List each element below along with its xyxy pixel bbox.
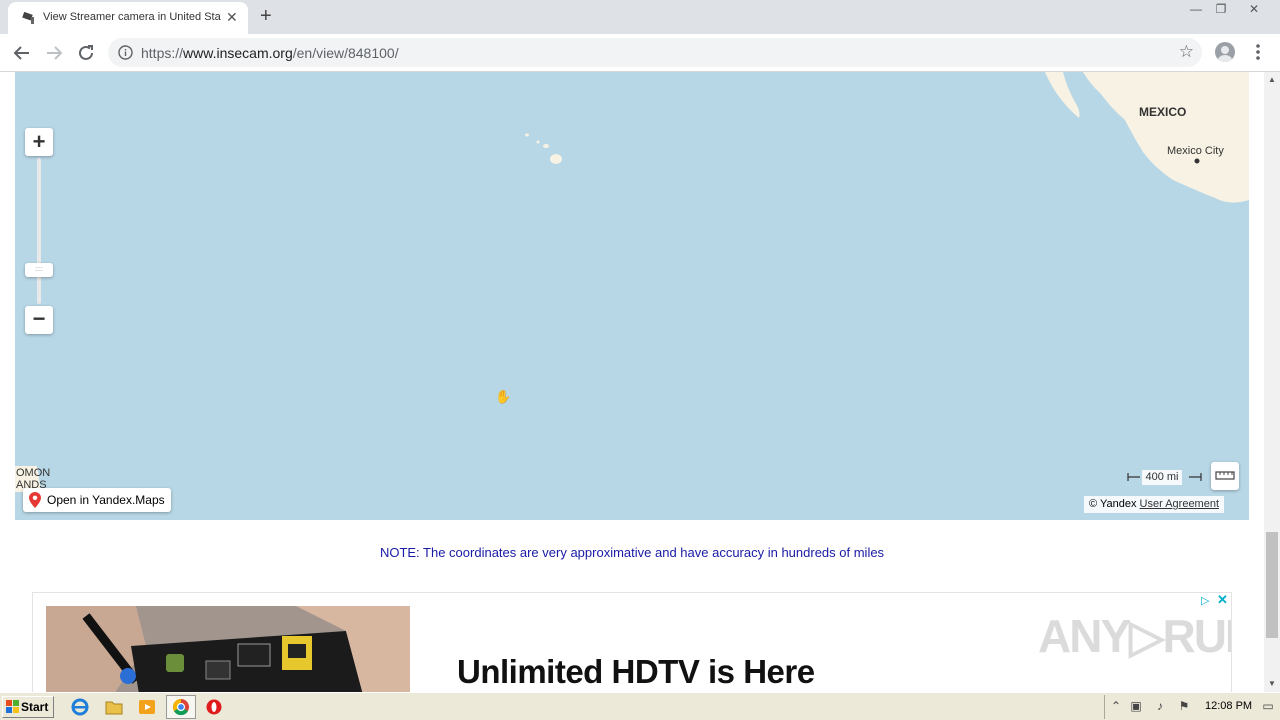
- map-label-mexico: MEXICO: [1139, 105, 1187, 119]
- back-arrow-icon[interactable]: [11, 42, 33, 64]
- browser-toolbar: https://www.insecam.org/en/view/848100/ …: [0, 34, 1280, 72]
- scroll-down-arrow-icon[interactable]: ▼: [1264, 676, 1280, 692]
- anyrun-watermark: ANY▷RUN: [1038, 610, 1231, 662]
- web-page: MEXICO Mexico City OMON ANDS + :::: − ✋ …: [0, 72, 1264, 692]
- browser-tab[interactable]: View Streamer camera in United States ✕: [8, 2, 248, 34]
- show-hidden-icons-icon[interactable]: ⌃: [1109, 699, 1123, 713]
- coordinates-note: NOTE: The coordinates are very approxima…: [379, 545, 885, 560]
- scroll-up-arrow-icon[interactable]: ▲: [1264, 72, 1280, 88]
- bookmark-star-icon[interactable]: ☆: [1179, 43, 1194, 61]
- map-label-mexico-city: Mexico City: [1167, 145, 1224, 157]
- window-minimize-button[interactable]: —: [1183, 1, 1209, 17]
- folder-icon[interactable]: [104, 697, 124, 717]
- window-close-button[interactable]: ✕: [1241, 1, 1267, 17]
- adchoices-icon[interactable]: ▷: [1201, 594, 1209, 607]
- map-scale-label: 400 mi: [1142, 470, 1182, 485]
- zoom-slider-handle[interactable]: ::::: [25, 263, 53, 277]
- ad-close-icon[interactable]: ✕: [1217, 593, 1228, 608]
- ad-image[interactable]: [46, 606, 410, 692]
- chrome-icon: [172, 698, 189, 716]
- chrome-taskbar-button[interactable]: [166, 695, 196, 719]
- page-scrollbar[interactable]: ▲ ▼: [1264, 72, 1280, 692]
- tab-close-icon[interactable]: ✕: [226, 9, 238, 25]
- start-button[interactable]: Start: [2, 696, 54, 718]
- reload-icon[interactable]: [75, 42, 97, 64]
- system-tray: ⌃ ▣ ♪ ⚑ 12:08 PM ▭: [1104, 695, 1278, 719]
- action-center-flag-icon[interactable]: ⚑: [1177, 699, 1191, 713]
- map-copyright: © Yandex User Agreement: [1084, 496, 1225, 513]
- map-label-solomon-islands-1: OMON: [16, 467, 51, 479]
- windows-logo-icon: [6, 700, 19, 713]
- kebab-menu-icon[interactable]: [1250, 42, 1266, 62]
- ruler-button[interactable]: [1211, 462, 1239, 490]
- zoom-in-button[interactable]: +: [25, 128, 53, 156]
- url-text: https://www.insecam.org/en/view/848100/: [141, 45, 399, 61]
- zoom-slider-track[interactable]: [37, 158, 41, 304]
- zoom-out-button[interactable]: −: [25, 306, 53, 334]
- network-icon[interactable]: ▣: [1129, 699, 1143, 713]
- grab-hand-cursor-icon: ✋: [495, 389, 512, 404]
- scrollbar-thumb[interactable]: [1266, 532, 1278, 638]
- ruler-icon: [1215, 471, 1235, 480]
- taskbar-clock[interactable]: 12:08 PM: [1205, 700, 1252, 712]
- window-restore-button[interactable]: ❐: [1208, 1, 1234, 17]
- forward-arrow-icon[interactable]: [43, 42, 65, 64]
- map-pin-icon: [29, 492, 41, 508]
- opera-icon[interactable]: [204, 697, 224, 717]
- internet-explorer-icon[interactable]: [70, 697, 90, 717]
- address-bar[interactable]: https://www.insecam.org/en/view/848100/ …: [108, 38, 1202, 67]
- media-player-icon[interactable]: [137, 697, 157, 717]
- tab-strip: View Streamer camera in United States ✕ …: [0, 0, 1280, 34]
- camera-favicon-icon: [22, 11, 34, 24]
- profile-avatar-icon[interactable]: [1215, 42, 1235, 62]
- ad-product-photo: [46, 606, 410, 692]
- windows-taskbar: Start ⌃ ▣ ♪ ⚑ 12:08 PM ▭: [0, 692, 1280, 720]
- yandex-map[interactable]: MEXICO Mexico City OMON ANDS + :::: − ✋ …: [15, 72, 1249, 520]
- ad-banner[interactable]: Unlimited HDTV is Here ANY▷RUN ▷ ✕: [32, 592, 1232, 692]
- new-tab-button[interactable]: +: [260, 5, 272, 27]
- tab-title: View Streamer camera in United States: [43, 11, 221, 23]
- volume-icon[interactable]: ♪: [1153, 699, 1167, 713]
- open-in-yandex-maps-link[interactable]: Open in Yandex.Maps: [23, 488, 171, 512]
- ad-headline[interactable]: Unlimited HDTV is Here: [457, 653, 815, 691]
- show-desktop-icon[interactable]: ▭: [1261, 699, 1275, 713]
- user-agreement-link[interactable]: User Agreement: [1140, 498, 1219, 510]
- info-icon[interactable]: [118, 45, 133, 60]
- map-land-shapes: [15, 72, 1249, 492]
